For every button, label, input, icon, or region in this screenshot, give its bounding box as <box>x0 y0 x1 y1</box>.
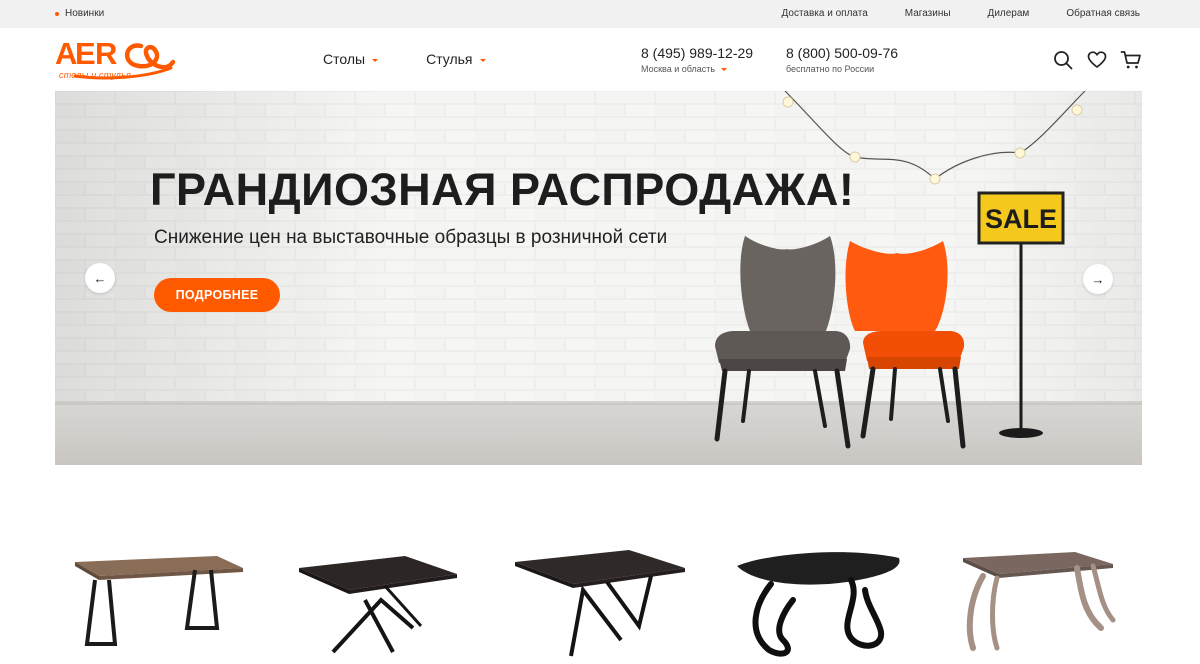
link-dealers[interactable]: Дилерам <box>988 8 1030 19</box>
news-label: Новинки <box>65 8 105 19</box>
header-actions <box>1052 49 1142 71</box>
product-card[interactable] <box>735 540 905 664</box>
news-link[interactable]: Новинки <box>55 8 104 19</box>
caret-down-icon <box>721 67 728 71</box>
heart-icon[interactable] <box>1086 49 1108 71</box>
svg-text:R: R <box>95 36 117 71</box>
region-selector[interactable]: Москва и область <box>641 64 753 74</box>
top-utility-bar: Новинки Доставка и оплата Магазины Дилер… <box>0 0 1200 28</box>
caret-down-icon <box>479 58 486 62</box>
hero-title: ГРАНДИОЗНАЯ РАСПРОДАЖА! <box>150 164 855 215</box>
table-image-black-curved <box>737 552 900 657</box>
phone-moscow: 8 (495) 989-12-29 Москва и область <box>641 45 753 74</box>
cart-icon[interactable] <box>1120 49 1142 71</box>
more-details-button[interactable]: ПОДРОБНЕЕ <box>154 278 280 312</box>
product-card[interactable] <box>67 540 247 664</box>
svg-text:A: A <box>55 36 77 71</box>
nav-tables[interactable]: Столы <box>323 51 379 67</box>
phone-russia-number[interactable]: 8 (800) 500-09-76 <box>786 45 898 61</box>
logo-tagline: столы и стулья <box>59 70 132 80</box>
brand-logo[interactable]: A E R столы и стулья <box>55 36 177 82</box>
nav-chairs-label: Стулья <box>426 51 473 67</box>
product-card[interactable] <box>511 540 691 664</box>
nav-tables-label: Столы <box>323 51 366 67</box>
next-slide-arrow-icon[interactable]: → <box>1083 264 1113 294</box>
product-card[interactable] <box>293 540 463 664</box>
link-feedback[interactable]: Обратная связь <box>1066 8 1140 19</box>
prev-slide-arrow-icon[interactable]: ← <box>85 263 115 293</box>
region-label: Москва и область <box>641 64 716 74</box>
link-delivery[interactable]: Доставка и оплата <box>782 8 868 19</box>
sale-sign-text: SALE <box>985 204 1057 234</box>
table-image-dark-cross <box>515 550 685 657</box>
phone-russia-note-text: бесплатно по России <box>786 64 875 74</box>
news-dot-icon <box>55 11 59 16</box>
link-stores[interactable]: Магазины <box>905 8 951 19</box>
phone-russia-note: бесплатно по России <box>786 64 898 74</box>
svg-text:E: E <box>75 36 95 71</box>
nav-chairs[interactable]: Стулья <box>426 51 486 67</box>
topbar-links: Доставка и оплата Магазины Дилерам Обрат… <box>782 8 1141 19</box>
table-image-brown-curved <box>963 552 1116 651</box>
caret-down-icon <box>372 58 379 62</box>
search-icon[interactable] <box>1052 49 1074 71</box>
hero-subtitle: Снижение цен на выставочные образцы в ро… <box>154 227 668 248</box>
phone-moscow-number[interactable]: 8 (495) 989-12-29 <box>641 45 753 61</box>
product-row <box>55 540 1142 664</box>
table-image-dark-x <box>299 556 457 654</box>
main-nav: Столы Стулья <box>323 51 486 67</box>
hero-banner[interactable]: SALE ГРАНДИОЗНАЯ РАСПРОДАЖА! Снижение це… <box>55 91 1142 465</box>
product-card[interactable] <box>955 540 1125 664</box>
svg-text:SALE: SALE <box>985 204 1057 234</box>
phone-russia: 8 (800) 500-09-76 бесплатно по России <box>786 45 898 74</box>
table-image-wooden <box>75 556 243 646</box>
